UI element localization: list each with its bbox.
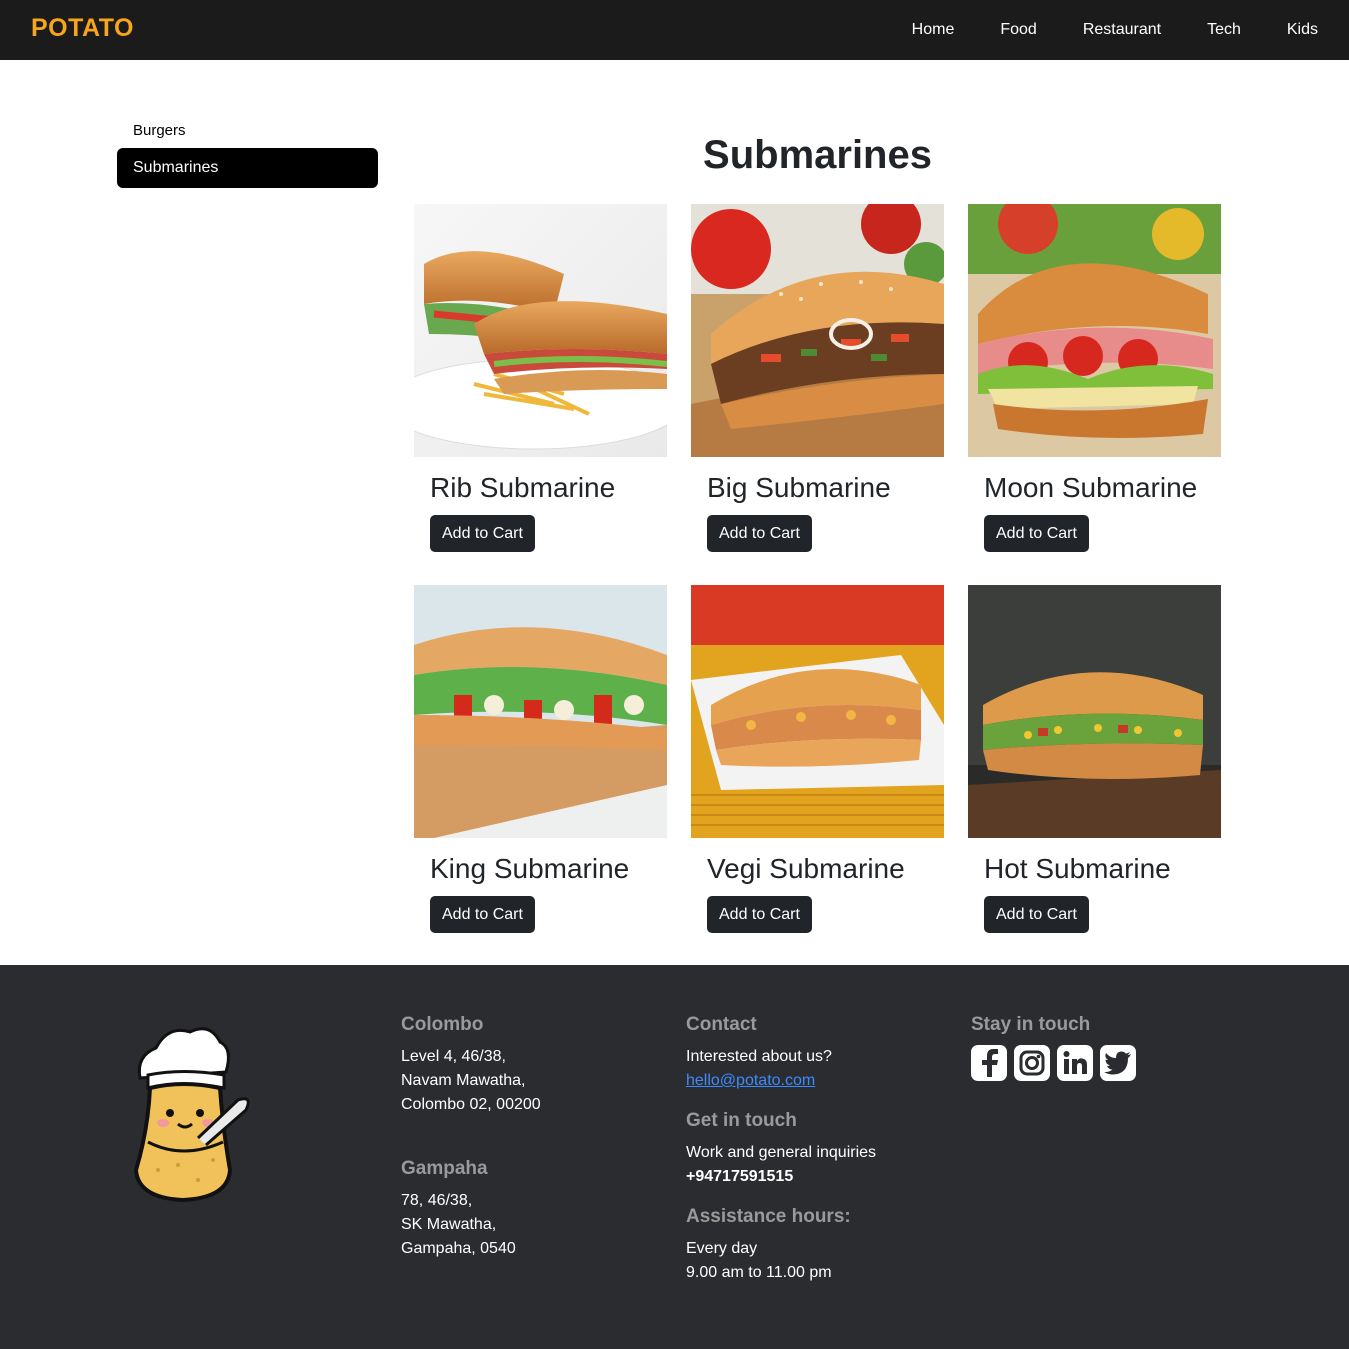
product-card: Rib Submarine Add to Cart: [414, 204, 667, 554]
product-card: Hot Submarine Add to Cart: [968, 585, 1221, 935]
product-card: Vegi Submarine Add to Cart: [691, 585, 944, 935]
colombo-heading: Colombo: [401, 1014, 484, 1035]
contact-heading: Contact: [686, 1014, 757, 1035]
hours-text: 9.00 am to 11.00 pm: [686, 1264, 832, 1281]
product-name: Big Submarine: [707, 472, 891, 503]
product-name: Hot Submarine: [984, 853, 1171, 884]
sidebar-item-burgers[interactable]: Burgers: [117, 110, 378, 150]
product-image: [691, 204, 944, 457]
add-to-cart-button[interactable]: Add to Cart: [707, 896, 812, 933]
gampaha-address-line: SK Mawatha,: [401, 1216, 497, 1233]
stay-in-touch-heading: Stay in touch: [971, 1014, 1091, 1035]
product-card: King Submarine Add to Cart: [414, 585, 667, 935]
potato-chef-mascot-icon: [128, 1020, 253, 1205]
add-to-cart-button[interactable]: Add to Cart: [430, 515, 535, 552]
hours-text: Every day: [686, 1240, 758, 1257]
footer: Colombo Level 4, 46/38, Navam Mawatha, C…: [0, 965, 1349, 1349]
nav-link-kids[interactable]: Kids: [1287, 21, 1318, 39]
assistance-hours-heading: Assistance hours:: [686, 1206, 851, 1227]
brand-logo[interactable]: POTATO: [31, 14, 134, 43]
product-image: [968, 585, 1221, 838]
colombo-address-line: Colombo 02, 00200: [401, 1096, 541, 1113]
add-to-cart-button[interactable]: Add to Cart: [984, 515, 1089, 552]
product-name: Moon Submarine: [984, 472, 1198, 503]
add-to-cart-button[interactable]: Add to Cart: [984, 896, 1089, 933]
product-name: Rib Submarine: [430, 472, 616, 503]
product-name: Vegi Submarine: [707, 853, 905, 884]
colombo-address-line: Level 4, 46/38,: [401, 1048, 506, 1065]
page-title: Submarines: [703, 133, 932, 177]
nav-link-home[interactable]: Home: [912, 21, 955, 39]
get-in-touch-heading: Get in touch: [686, 1110, 797, 1131]
product-image: [414, 585, 667, 838]
gampaha-heading: Gampaha: [401, 1158, 488, 1179]
product-name: King Submarine: [430, 853, 630, 884]
product-image: [968, 204, 1221, 457]
add-to-cart-button[interactable]: Add to Cart: [430, 896, 535, 933]
nav-link-restaurant[interactable]: Restaurant: [1083, 21, 1161, 39]
nav-link-tech[interactable]: Tech: [1207, 21, 1241, 39]
sidebar-item-submarines[interactable]: Submarines: [117, 148, 378, 188]
twitter-icon[interactable]: [1100, 1045, 1136, 1081]
product-image: [414, 204, 667, 457]
facebook-icon[interactable]: [971, 1045, 1007, 1081]
get-in-touch-text: Work and general inquiries: [686, 1144, 877, 1161]
product-card: Big Submarine Add to Cart: [691, 204, 944, 554]
instagram-icon[interactable]: [1014, 1045, 1050, 1081]
phone-number: +94717591515: [686, 1168, 794, 1185]
nav-links: Home Food Restaurant Tech Kids: [912, 0, 1318, 60]
contact-email-link[interactable]: hello@potato.com: [686, 1072, 815, 1089]
gampaha-address-line: Gampaha, 0540: [401, 1240, 516, 1257]
add-to-cart-button[interactable]: Add to Cart: [707, 515, 812, 552]
social-links: [971, 1045, 1136, 1081]
product-card: Moon Submarine Add to Cart: [968, 204, 1221, 554]
gampaha-address-line: 78, 46/38,: [401, 1192, 473, 1209]
linkedin-icon[interactable]: [1057, 1045, 1093, 1081]
colombo-address-line: Navam Mawatha,: [401, 1072, 526, 1089]
top-navbar: POTATO Home Food Restaurant Tech Kids: [0, 0, 1349, 60]
nav-link-food[interactable]: Food: [1000, 21, 1036, 39]
product-image: [691, 585, 944, 838]
contact-text: Interested about us?: [686, 1048, 832, 1065]
